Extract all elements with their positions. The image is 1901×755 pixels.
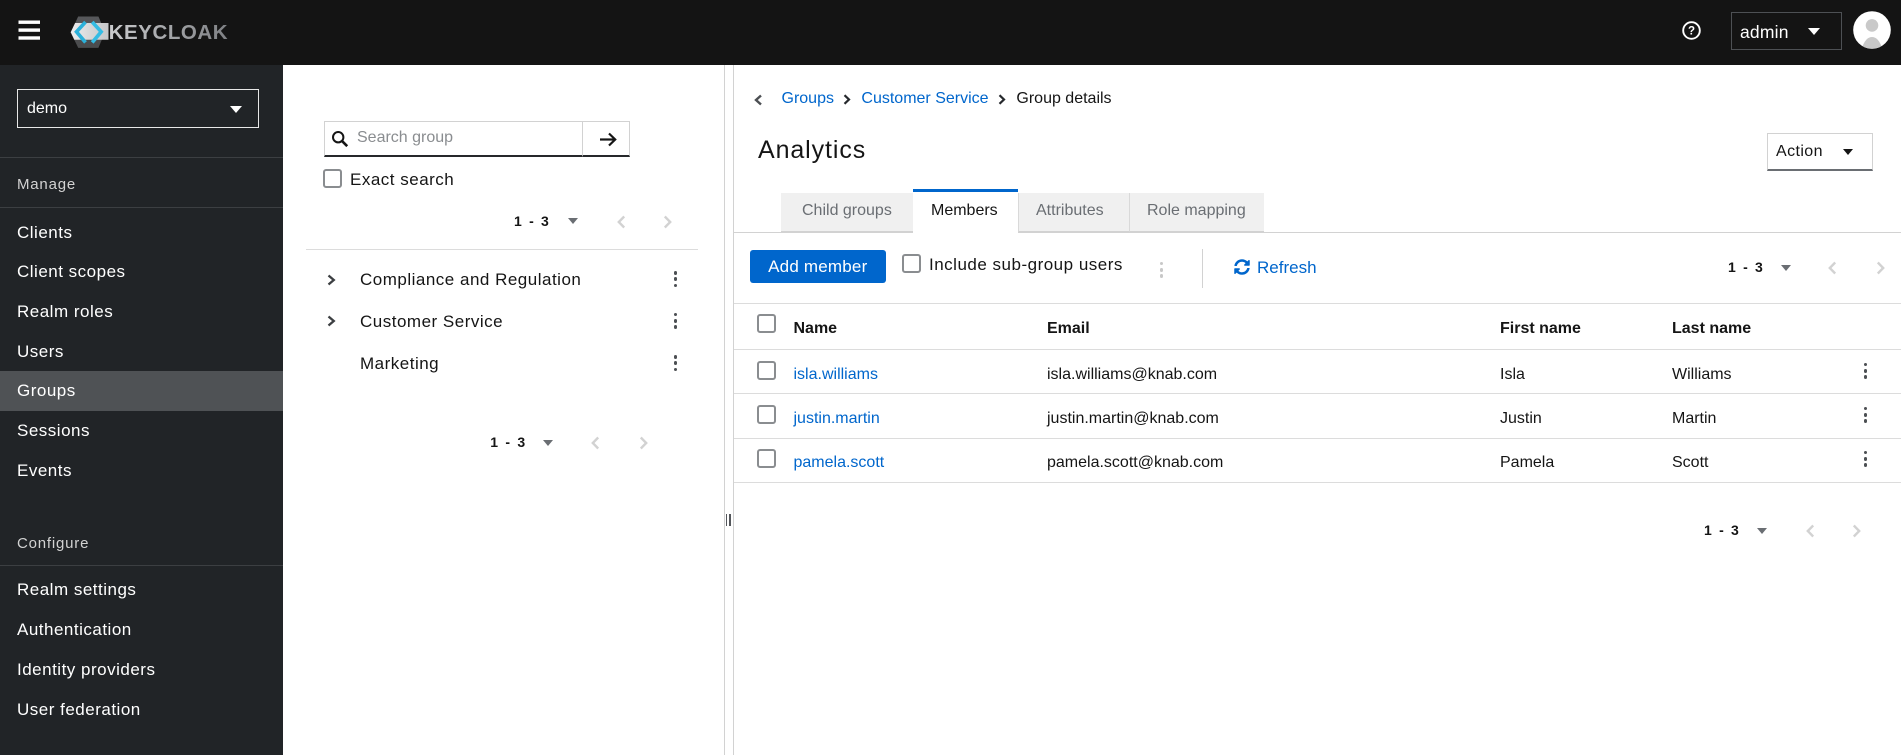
- svg-text:KEYCLOAK: KEYCLOAK: [109, 21, 228, 44]
- svg-text:?: ?: [1688, 26, 1695, 38]
